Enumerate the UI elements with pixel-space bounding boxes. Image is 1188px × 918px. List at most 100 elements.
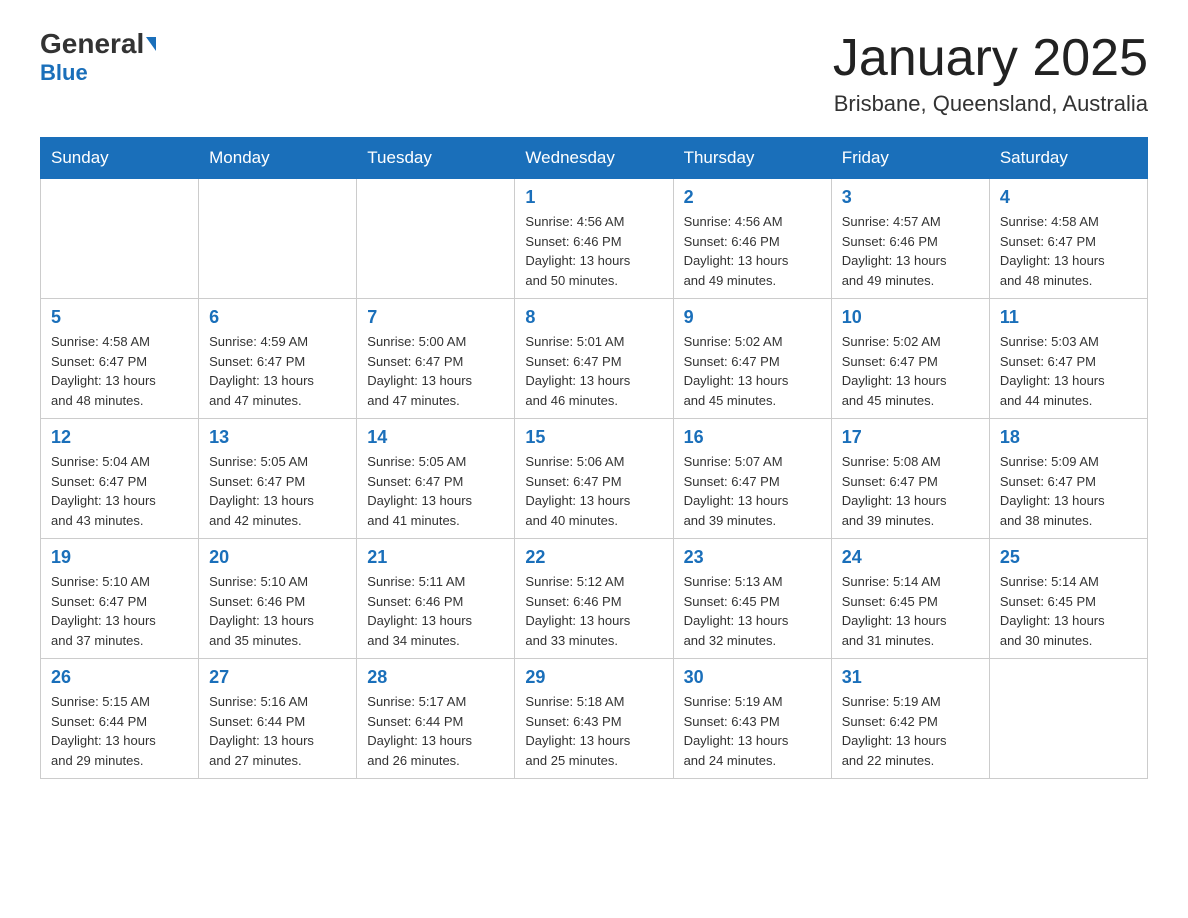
day-number: 11	[1000, 307, 1137, 328]
weekday-header-friday: Friday	[831, 138, 989, 179]
calendar-week-row: 12 Sunrise: 5:04 AM Sunset: 6:47 PM Dayli…	[41, 419, 1148, 539]
weekday-header-tuesday: Tuesday	[357, 138, 515, 179]
calendar-cell: 20 Sunrise: 5:10 AM Sunset: 6:46 PM Dayli…	[199, 539, 357, 659]
day-number: 8	[525, 307, 662, 328]
day-number: 24	[842, 547, 979, 568]
day-info: Sunrise: 5:05 AM Sunset: 6:47 PM Dayligh…	[209, 452, 346, 530]
calendar-header-row: SundayMondayTuesdayWednesdayThursdayFrid…	[41, 138, 1148, 179]
calendar-cell: 25 Sunrise: 5:14 AM Sunset: 6:45 PM Dayli…	[989, 539, 1147, 659]
day-info: Sunrise: 5:00 AM Sunset: 6:47 PM Dayligh…	[367, 332, 504, 410]
weekday-header-sunday: Sunday	[41, 138, 199, 179]
day-number: 26	[51, 667, 188, 688]
calendar-week-row: 5Sunrise: 4:58 AM Sunset: 6:47 PM Daylig…	[41, 299, 1148, 419]
day-info: Sunrise: 5:13 AM Sunset: 6:45 PM Dayligh…	[684, 572, 821, 650]
calendar-cell: 6 Sunrise: 4:59 AM Sunset: 6:47 PM Daylig…	[199, 299, 357, 419]
day-info: Sunrise: 5:19 AM Sunset: 6:42 PM Dayligh…	[842, 692, 979, 770]
day-info: Sunrise: 5:09 AM Sunset: 6:47 PM Dayligh…	[1000, 452, 1137, 530]
weekday-header-saturday: Saturday	[989, 138, 1147, 179]
day-number: 27	[209, 667, 346, 688]
day-info: Sunrise: 5:06 AM Sunset: 6:47 PM Dayligh…	[525, 452, 662, 530]
logo-blue: Blue	[40, 60, 88, 86]
day-number: 18	[1000, 427, 1137, 448]
day-number: 21	[367, 547, 504, 568]
day-number: 19	[51, 547, 188, 568]
day-number: 9	[684, 307, 821, 328]
calendar-cell: 1 Sunrise: 4:56 AM Sunset: 6:46 PM Daylig…	[515, 179, 673, 299]
weekday-header-monday: Monday	[199, 138, 357, 179]
calendar-cell: 2Sunrise: 4:56 AM Sunset: 6:46 PM Daylig…	[673, 179, 831, 299]
calendar-cell: 8 Sunrise: 5:01 AM Sunset: 6:47 PM Daylig…	[515, 299, 673, 419]
title-block: January 2025 Brisbane, Queensland, Austr…	[833, 30, 1148, 117]
calendar-cell: 27 Sunrise: 5:16 AM Sunset: 6:44 PM Dayli…	[199, 659, 357, 779]
day-info: Sunrise: 5:10 AM Sunset: 6:47 PM Dayligh…	[51, 572, 188, 650]
day-info: Sunrise: 5:03 AM Sunset: 6:47 PM Dayligh…	[1000, 332, 1137, 410]
calendar-cell: 3Sunrise: 4:57 AM Sunset: 6:46 PM Daylig…	[831, 179, 989, 299]
logo: General Blue	[40, 30, 156, 86]
day-number: 10	[842, 307, 979, 328]
calendar-cell: 21 Sunrise: 5:11 AM Sunset: 6:46 PM Dayli…	[357, 539, 515, 659]
calendar-cell: 9 Sunrise: 5:02 AM Sunset: 6:47 PM Daylig…	[673, 299, 831, 419]
weekday-header-wednesday: Wednesday	[515, 138, 673, 179]
day-info: Sunrise: 5:14 AM Sunset: 6:45 PM Dayligh…	[1000, 572, 1137, 650]
weekday-header-thursday: Thursday	[673, 138, 831, 179]
day-number: 20	[209, 547, 346, 568]
day-info: Sunrise: 5:12 AM Sunset: 6:46 PM Dayligh…	[525, 572, 662, 650]
location-title: Brisbane, Queensland, Australia	[833, 91, 1148, 117]
day-info: Sunrise: 4:58 AM Sunset: 6:47 PM Dayligh…	[1000, 212, 1137, 290]
day-number: 15	[525, 427, 662, 448]
day-number: 28	[367, 667, 504, 688]
day-number: 22	[525, 547, 662, 568]
calendar-week-row: 1 Sunrise: 4:56 AM Sunset: 6:46 PM Daylig…	[41, 179, 1148, 299]
calendar-cell: 5Sunrise: 4:58 AM Sunset: 6:47 PM Daylig…	[41, 299, 199, 419]
calendar-cell	[199, 179, 357, 299]
day-info: Sunrise: 5:07 AM Sunset: 6:47 PM Dayligh…	[684, 452, 821, 530]
calendar-week-row: 19 Sunrise: 5:10 AM Sunset: 6:47 PM Dayli…	[41, 539, 1148, 659]
calendar-cell: 4Sunrise: 4:58 AM Sunset: 6:47 PM Daylig…	[989, 179, 1147, 299]
day-number: 30	[684, 667, 821, 688]
calendar-cell	[357, 179, 515, 299]
calendar-cell: 15 Sunrise: 5:06 AM Sunset: 6:47 PM Dayli…	[515, 419, 673, 539]
calendar-cell	[41, 179, 199, 299]
day-info: Sunrise: 4:59 AM Sunset: 6:47 PM Dayligh…	[209, 332, 346, 410]
logo-triangle-icon	[146, 37, 156, 51]
day-info: Sunrise: 5:19 AM Sunset: 6:43 PM Dayligh…	[684, 692, 821, 770]
calendar-cell: 24 Sunrise: 5:14 AM Sunset: 6:45 PM Dayli…	[831, 539, 989, 659]
page-header: General Blue January 2025 Brisbane, Quee…	[40, 30, 1148, 117]
day-number: 1	[525, 187, 662, 208]
day-number: 25	[1000, 547, 1137, 568]
day-info: Sunrise: 5:01 AM Sunset: 6:47 PM Dayligh…	[525, 332, 662, 410]
calendar-cell: 12 Sunrise: 5:04 AM Sunset: 6:47 PM Dayli…	[41, 419, 199, 539]
day-info: Sunrise: 5:17 AM Sunset: 6:44 PM Dayligh…	[367, 692, 504, 770]
calendar-cell: 17 Sunrise: 5:08 AM Sunset: 6:47 PM Dayli…	[831, 419, 989, 539]
day-number: 17	[842, 427, 979, 448]
day-number: 6	[209, 307, 346, 328]
day-number: 29	[525, 667, 662, 688]
day-info: Sunrise: 5:11 AM Sunset: 6:46 PM Dayligh…	[367, 572, 504, 650]
day-number: 14	[367, 427, 504, 448]
day-info: Sunrise: 5:10 AM Sunset: 6:46 PM Dayligh…	[209, 572, 346, 650]
calendar-cell: 19 Sunrise: 5:10 AM Sunset: 6:47 PM Dayli…	[41, 539, 199, 659]
month-title: January 2025	[833, 30, 1148, 87]
day-number: 2	[684, 187, 821, 208]
logo-general: General	[40, 30, 144, 58]
day-number: 16	[684, 427, 821, 448]
day-info: Sunrise: 5:02 AM Sunset: 6:47 PM Dayligh…	[842, 332, 979, 410]
calendar-cell	[989, 659, 1147, 779]
calendar-cell: 26Sunrise: 5:15 AM Sunset: 6:44 PM Dayli…	[41, 659, 199, 779]
day-info: Sunrise: 5:04 AM Sunset: 6:47 PM Dayligh…	[51, 452, 188, 530]
day-number: 31	[842, 667, 979, 688]
day-number: 7	[367, 307, 504, 328]
day-number: 12	[51, 427, 188, 448]
day-info: Sunrise: 4:56 AM Sunset: 6:46 PM Dayligh…	[525, 212, 662, 290]
day-number: 5	[51, 307, 188, 328]
day-info: Sunrise: 5:16 AM Sunset: 6:44 PM Dayligh…	[209, 692, 346, 770]
calendar-table: SundayMondayTuesdayWednesdayThursdayFrid…	[40, 137, 1148, 779]
calendar-cell: 29Sunrise: 5:18 AM Sunset: 6:43 PM Dayli…	[515, 659, 673, 779]
day-info: Sunrise: 5:02 AM Sunset: 6:47 PM Dayligh…	[684, 332, 821, 410]
calendar-cell: 10 Sunrise: 5:02 AM Sunset: 6:47 PM Dayli…	[831, 299, 989, 419]
day-info: Sunrise: 5:08 AM Sunset: 6:47 PM Dayligh…	[842, 452, 979, 530]
calendar-cell: 31 Sunrise: 5:19 AM Sunset: 6:42 PM Dayli…	[831, 659, 989, 779]
calendar-cell: 16 Sunrise: 5:07 AM Sunset: 6:47 PM Dayli…	[673, 419, 831, 539]
day-info: Sunrise: 5:14 AM Sunset: 6:45 PM Dayligh…	[842, 572, 979, 650]
calendar-cell: 22 Sunrise: 5:12 AM Sunset: 6:46 PM Dayli…	[515, 539, 673, 659]
